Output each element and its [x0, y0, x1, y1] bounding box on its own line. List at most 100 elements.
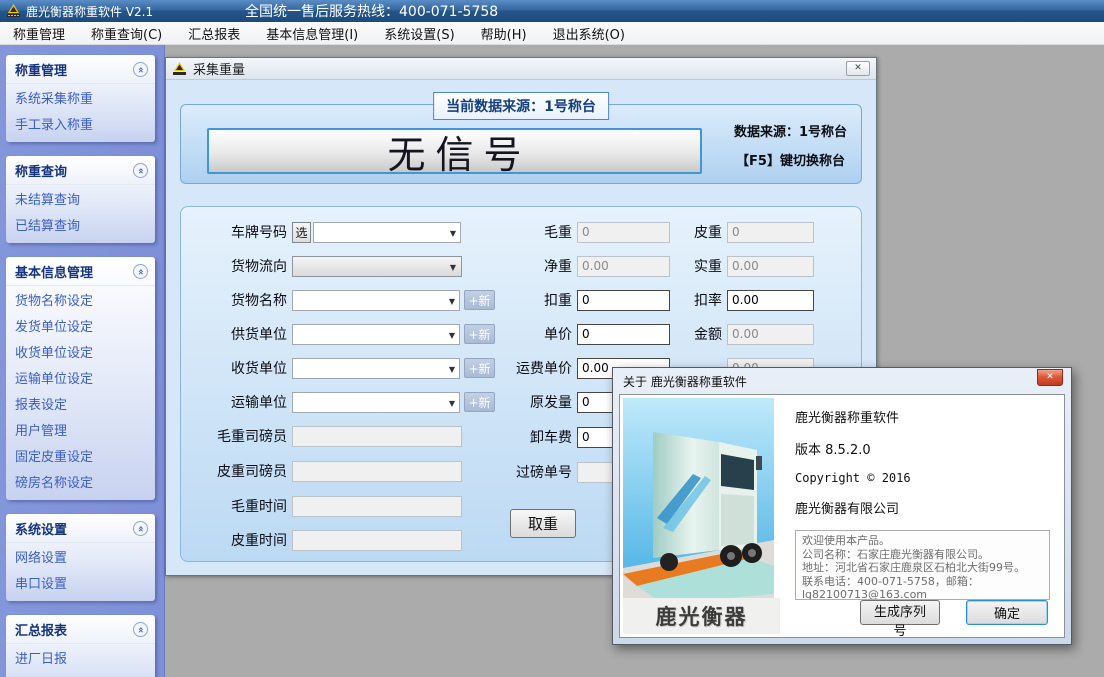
sidebar-item-receiver-unit[interactable]: 收货单位设定: [6, 338, 155, 364]
add-supplier-button[interactable]: +新: [464, 324, 495, 344]
source-info: 数据来源：1号称台 【F5】键切换称台: [723, 121, 858, 179]
add-goods-button[interactable]: +新: [464, 290, 495, 310]
net-weight-field: [577, 256, 670, 277]
info-line: 地址：河北省石家庄鹿泉区石柏北大街99号。: [802, 561, 1043, 575]
menu-weighing-query[interactable]: 称重查询(C): [78, 21, 175, 46]
close-icon[interactable]: ✕: [846, 61, 870, 76]
form-row-supplier: 供货单位 ▼ +新: [187, 323, 495, 345]
section-title: 汇总报表: [15, 620, 67, 639]
sidebar-item-goods-name[interactable]: 货物名称设定: [6, 286, 155, 312]
sidebar-item-report-settings[interactable]: 报表设定: [6, 390, 155, 416]
product-name: 鹿光衡器称重软件: [795, 407, 1050, 426]
field-label: 扣重: [492, 290, 572, 310]
sidebar-item-shipper-unit[interactable]: 发货单位设定: [6, 312, 155, 338]
add-transport-button[interactable]: +新: [464, 392, 495, 412]
sidebar-item-inbound-daily[interactable]: 进厂日报: [6, 644, 155, 670]
info-line: lg82100713@163.com: [802, 588, 1043, 600]
ok-button[interactable]: 确定: [966, 600, 1048, 625]
sidebar-header-basic-info[interactable]: 基本信息管理 «: [6, 257, 155, 286]
title-bar: 鹿光衡器称重软件 V2.1 全国统一售后服务热线：400-071-5758: [0, 0, 1104, 22]
unit-price-field[interactable]: [577, 324, 670, 345]
menu-exit[interactable]: 退出系统(O): [540, 21, 638, 46]
receiver-combo[interactable]: ▼: [292, 358, 460, 379]
sidebar-item-fixed-tare[interactable]: 固定皮重设定: [6, 442, 155, 468]
section-title: 系统设置: [15, 519, 67, 538]
sidebar-item-serial-settings[interactable]: 串口设置: [6, 569, 155, 595]
section-title: 称重查询: [15, 161, 67, 180]
select-plate-button[interactable]: 选: [292, 222, 311, 243]
sidebar-header-query[interactable]: 称重查询 «: [6, 156, 155, 185]
truck-image: 鹿光衡器: [623, 398, 780, 634]
chevron-down-icon: ▼: [450, 263, 456, 272]
chevron-up-icon[interactable]: «: [133, 62, 148, 77]
goods-flow-combo[interactable]: ▼: [292, 256, 462, 277]
sidebar-header-system[interactable]: 系统设置 «: [6, 514, 155, 543]
menu-weighing-management[interactable]: 称重管理: [0, 21, 78, 46]
chevron-down-icon: ▼: [449, 365, 455, 374]
chevron-up-icon[interactable]: «: [133, 264, 148, 279]
field-label: 运输单位: [187, 392, 287, 412]
sidebar-item-unsettled-query[interactable]: 未结算查询: [6, 185, 155, 211]
generate-serial-button[interactable]: 生成序列号: [860, 600, 940, 625]
info-line: 联系电话：400-071-5758，邮箱：: [802, 575, 1043, 589]
company-info-box: 欢迎使用本产品。 公司名称：石家庄鹿光衡器有限公司。 地址：河北省石家庄鹿泉区石…: [795, 530, 1050, 600]
menu-system-settings[interactable]: 系统设置(S): [371, 21, 467, 46]
sidebar-item-settled-query[interactable]: 已结算查询: [6, 211, 155, 237]
goods-name-combo[interactable]: ▼: [292, 290, 460, 311]
supplier-combo[interactable]: ▼: [292, 324, 460, 345]
sidebar-header-weighing[interactable]: 称重管理 «: [6, 55, 155, 84]
gross-operator-field: [292, 426, 462, 447]
menu-help[interactable]: 帮助(H): [468, 21, 540, 46]
form-row-tare-time: 皮重时间: [187, 529, 462, 551]
sidebar-item-network-settings[interactable]: 网络设置: [6, 543, 155, 569]
transport-combo[interactable]: ▼: [292, 392, 460, 413]
source-info-line1: 数据来源：1号称台: [723, 121, 858, 140]
sidebar-item-weighhouse-name[interactable]: 磅房名称设定: [6, 468, 155, 494]
tare-operator-field: [292, 461, 462, 482]
field-label: 金额: [662, 324, 722, 344]
chevron-up-icon[interactable]: «: [133, 622, 148, 637]
app-title: 鹿光衡器称重软件 V2.1: [26, 3, 153, 20]
field-label: 车牌号码: [187, 222, 287, 242]
sidebar-section-basic-info: 基本信息管理 « 货物名称设定 发货单位设定 收货单位设定 运输单位设定 报表设…: [6, 257, 155, 500]
sidebar-section-system: 系统设置 « 网络设置 串口设置: [6, 514, 155, 601]
plate-number-combo[interactable]: ▼: [313, 222, 461, 243]
deduct-weight-field[interactable]: [577, 290, 670, 311]
sidebar-item-manual-entry[interactable]: 手工录入称重: [6, 110, 155, 136]
chevron-up-icon[interactable]: «: [133, 163, 148, 178]
chevron-down-icon: ▼: [450, 229, 456, 238]
field-label: 皮重: [662, 222, 722, 242]
field-label: 扣率: [662, 290, 722, 310]
sidebar-item-transport-unit[interactable]: 运输单位设定: [6, 364, 155, 390]
truck-image-caption: 鹿光衡器: [623, 598, 780, 634]
deduct-rate-field[interactable]: [727, 290, 814, 311]
chevron-down-icon: ▼: [449, 331, 455, 340]
menu-basic-info[interactable]: 基本信息管理(I): [253, 21, 371, 46]
sidebar-item-system-collect[interactable]: 系统采集称重: [6, 84, 155, 110]
sidebar-section-reports: 汇总报表 « 进厂日报 出厂日报: [6, 615, 155, 677]
copyright-text: Copyright © 2016: [795, 471, 1050, 485]
sidebar-item-outbound-daily[interactable]: 出厂日报: [6, 670, 155, 677]
dialog-title: 关于 鹿光衡器称重软件: [623, 373, 747, 390]
application-window: 鹿光衡器称重软件 V2.1 全国统一售后服务热线：400-071-5758 称重…: [0, 0, 1104, 677]
source-info-line2: 【F5】键切换称台: [723, 150, 858, 169]
field-label: 收货单位: [187, 358, 287, 378]
close-icon[interactable]: ✕: [1037, 369, 1063, 386]
chevron-up-icon[interactable]: «: [133, 521, 148, 536]
take-weight-button[interactable]: 取重: [510, 509, 576, 538]
add-receiver-button[interactable]: +新: [464, 358, 495, 378]
sidebar-header-reports[interactable]: 汇总报表 «: [6, 615, 155, 644]
info-line: 欢迎使用本产品。: [802, 534, 1043, 548]
app-logo-icon: [6, 4, 21, 18]
menu-summary-reports[interactable]: 汇总报表: [175, 21, 253, 46]
sidebar-item-user-management[interactable]: 用户管理: [6, 416, 155, 442]
field-label: 皮重时间: [187, 530, 287, 550]
form-row-receiver: 收货单位 ▼ +新: [187, 357, 495, 379]
field-label: 运费单价: [492, 358, 572, 378]
amount-field: [727, 324, 814, 345]
gross-weight-field: [577, 222, 670, 243]
sidebar: 称重管理 « 系统采集称重 手工录入称重 称重查询 « 未结算查询 已结算查询 …: [0, 45, 165, 677]
form-row-unit-price: 单价: [492, 323, 670, 345]
about-dialog: 关于 鹿光衡器称重软件 ✕: [612, 367, 1072, 645]
dialog-info-pane: 鹿光衡器称重软件 版本 8.5.2.0 Copyright © 2016 鹿光衡…: [783, 395, 1064, 637]
